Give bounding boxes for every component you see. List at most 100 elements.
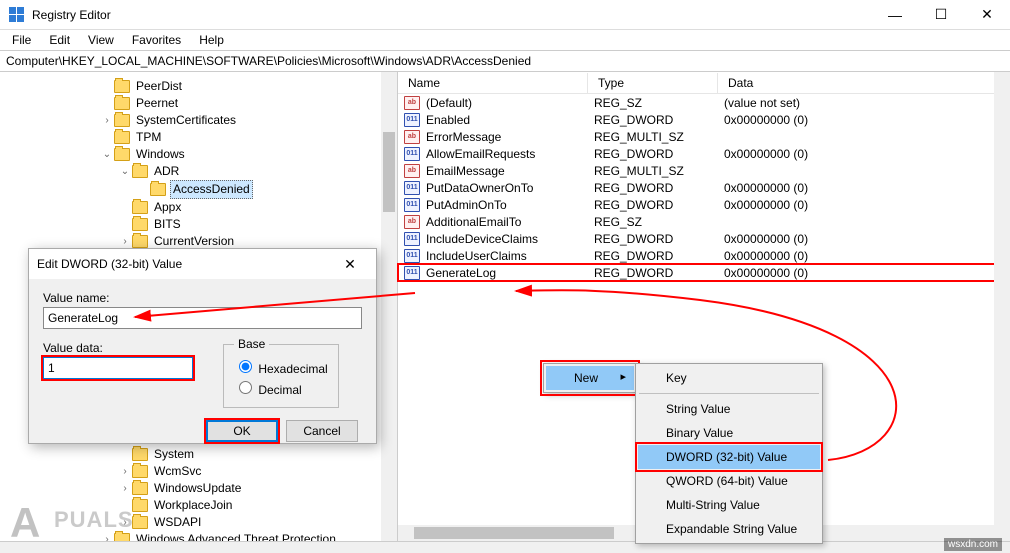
value-type: REG_DWORD <box>594 249 724 263</box>
watermark-site: wsxdn.com <box>944 538 1002 551</box>
close-button[interactable]: ✕ <box>964 0 1010 29</box>
app-icon <box>8 7 24 23</box>
values-header: Name Type Data <box>398 72 1010 94</box>
tree-item-peernet[interactable]: Peernet <box>8 95 397 112</box>
value-name: IncludeUserClaims <box>426 249 594 263</box>
value-name: PutAdminOnTo <box>426 198 594 212</box>
title-bar: Registry Editor — ☐ ✕ <box>0 0 1010 30</box>
value-name: IncludeDeviceClaims <box>426 232 594 246</box>
maximize-button[interactable]: ☐ <box>918 0 964 29</box>
context-item-dword[interactable]: DWORD (32-bit) Value <box>638 445 820 469</box>
value-data: 0x00000000 (0) <box>724 249 1010 263</box>
values-v-scrollbar[interactable] <box>994 72 1010 541</box>
value-data: 0x00000000 (0) <box>724 147 1010 161</box>
base-legend: Base <box>234 337 269 351</box>
menu-file[interactable]: File <box>4 31 39 49</box>
tree-item-appx[interactable]: Appx <box>8 199 397 216</box>
value-row[interactable]: 011 PutAdminOnToREG_DWORD0x00000000 (0) <box>398 196 1010 213</box>
value-type: REG_DWORD <box>594 147 724 161</box>
tree-scrollbar[interactable] <box>381 72 397 541</box>
tree-item-windowsupdate[interactable]: ›WindowsUpdate <box>8 480 397 497</box>
value-row[interactable]: 011GenerateLogREG_DWORD0x00000000 (0) <box>398 264 1010 281</box>
dword-icon: 011 <box>404 113 420 127</box>
value-data: (value not set) <box>724 96 1010 110</box>
value-name-label: Value name: <box>43 291 362 305</box>
value-name: ErrorMessage <box>426 130 594 144</box>
cancel-button[interactable]: Cancel <box>286 420 358 442</box>
tree-item-accessdenied[interactable]: AccessDenied <box>8 180 397 199</box>
menu-view[interactable]: View <box>80 31 122 49</box>
value-type: REG_MULTI_SZ <box>594 130 724 144</box>
dialog-close-button[interactable]: ✕ <box>332 256 368 273</box>
context-item-key[interactable]: Key <box>638 366 820 390</box>
dword-icon: 011 <box>404 266 420 280</box>
dword-icon: 011 <box>404 147 420 161</box>
menu-help[interactable]: Help <box>191 31 232 49</box>
value-type: REG_MULTI_SZ <box>594 164 724 178</box>
value-row[interactable]: 011EnabledREG_DWORD0x00000000 (0) <box>398 111 1010 128</box>
value-name: Enabled <box>426 113 594 127</box>
value-row[interactable]: ab EmailMessageREG_MULTI_SZ <box>398 162 1010 179</box>
tree-item-peerdist[interactable]: PeerDist <box>8 78 397 95</box>
value-data: 0x00000000 (0) <box>724 198 1010 212</box>
dword-icon: 011 <box>404 232 420 246</box>
value-type: REG_DWORD <box>594 181 724 195</box>
context-item-expandable[interactable]: Expandable String Value <box>638 517 820 541</box>
value-row[interactable]: 011 IncludeDeviceClaimsREG_DWORD0x0000000… <box>398 230 1010 247</box>
value-name: EmailMessage <box>426 164 594 178</box>
context-item-binary[interactable]: Binary Value <box>638 421 820 445</box>
address-text: Computer\HKEY_LOCAL_MACHINE\SOFTWARE\Pol… <box>6 54 531 68</box>
tree-item-bits[interactable]: BITS <box>8 216 397 233</box>
value-data-label: Value data: <box>43 341 193 355</box>
minimize-button[interactable]: — <box>872 0 918 29</box>
value-name: PutDataOwnerOnTo <box>426 181 594 195</box>
value-type: REG_DWORD <box>594 232 724 246</box>
context-separator <box>639 393 819 394</box>
value-data: 0x00000000 (0) <box>724 181 1010 195</box>
value-type: REG_DWORD <box>594 198 724 212</box>
value-row[interactable]: 011 PutDataOwnerOnToREG_DWORD0x00000000 (… <box>398 179 1010 196</box>
tree-item-adr[interactable]: ⌄ADR <box>8 163 397 180</box>
column-name[interactable]: Name <box>398 73 588 93</box>
value-data: 0x00000000 (0) <box>724 232 1010 246</box>
value-row[interactable]: abAdditionalEmailToREG_SZ <box>398 213 1010 230</box>
radio-dec[interactable]: Decimal <box>234 378 328 397</box>
column-data[interactable]: Data <box>718 73 1010 93</box>
dialog-title: Edit DWORD (32-bit) Value <box>37 257 182 271</box>
value-row[interactable]: ab(Default)REG_SZ(value not set) <box>398 94 1010 111</box>
string-icon: ab <box>404 164 420 178</box>
tree-item-systemcertificates[interactable]: ›SystemCertificates <box>8 112 397 129</box>
value-type: REG_DWORD <box>594 266 724 280</box>
value-name: AllowEmailRequests <box>426 147 594 161</box>
value-row[interactable]: ab ErrorMessageREG_MULTI_SZ <box>398 128 1010 145</box>
value-name-input[interactable] <box>43 307 362 329</box>
address-bar[interactable]: Computer\HKEY_LOCAL_MACHINE\SOFTWARE\Pol… <box>0 50 1010 72</box>
context-item-multistring[interactable]: Multi-String Value <box>638 493 820 517</box>
context-item-qword[interactable]: QWORD (64-bit) Value <box>638 469 820 493</box>
dword-icon: 011 <box>404 198 420 212</box>
watermark-text: PUALS <box>54 507 134 533</box>
ok-button[interactable]: OK <box>206 420 278 442</box>
value-row[interactable]: 011 AllowEmailRequestsREG_DWORD0x00000000… <box>398 145 1010 162</box>
dword-icon: 011 <box>404 249 420 263</box>
menu-favorites[interactable]: Favorites <box>124 31 189 49</box>
string-icon: ab <box>404 130 420 144</box>
value-row[interactable]: 011 IncludeUserClaimsREG_DWORD0x00000000 … <box>398 247 1010 264</box>
tree-item-tpm[interactable]: TPM <box>8 129 397 146</box>
context-item-new[interactable]: New <box>546 366 634 390</box>
watermark-logo: A <box>10 499 40 547</box>
column-type[interactable]: Type <box>588 73 718 93</box>
status-bar <box>0 541 1010 553</box>
menu-edit[interactable]: Edit <box>41 31 78 49</box>
value-data-input[interactable] <box>43 357 193 379</box>
value-name: AdditionalEmailTo <box>426 215 594 229</box>
string-icon: ab <box>404 215 420 229</box>
context-item-string[interactable]: String Value <box>638 397 820 421</box>
dword-icon: 011 <box>404 181 420 195</box>
radio-hex[interactable]: Hexadecimal <box>234 357 328 376</box>
value-data: 0x00000000 (0) <box>724 113 1010 127</box>
tree-item-windows[interactable]: ⌄Windows <box>8 146 397 163</box>
menu-bar: File Edit View Favorites Help <box>0 30 1010 50</box>
context-menu-new-submenu: Key String Value Binary Value DWORD (32-… <box>635 363 823 544</box>
tree-item-wcmsvc[interactable]: ›WcmSvc <box>8 463 397 480</box>
